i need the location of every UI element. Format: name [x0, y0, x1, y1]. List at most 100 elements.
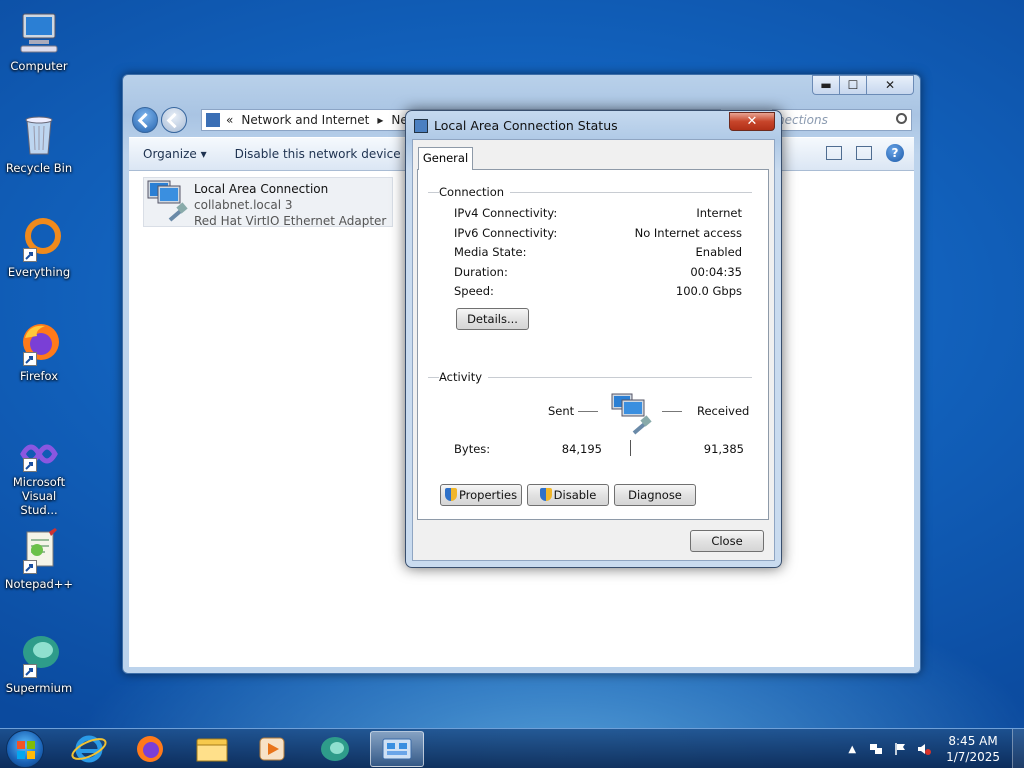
desktop-icon-label: Firefox [19, 369, 59, 383]
uac-shield-icon [539, 488, 552, 501]
back-button[interactable] [132, 107, 158, 133]
desktop-icon-firefox[interactable]: Firefox [4, 318, 74, 383]
sent-line [578, 411, 598, 412]
desktop-icon-label: Microsoft Visual Stud... [12, 475, 66, 517]
desktop-icon-label: Recycle Bin [5, 161, 73, 175]
bytes-sent-value: 84,195 [561, 442, 602, 456]
show-hidden-icons-icon[interactable]: ▲ [848, 744, 856, 755]
show-desktop-button[interactable] [1012, 729, 1024, 768]
forward-button[interactable] [161, 107, 187, 133]
desktop-icon-label: Supermium [5, 681, 73, 695]
bytes-received-value: 91,385 [703, 442, 744, 456]
row-ipv6: IPv6 Connectivity: No Internet access [454, 226, 742, 240]
dialog-close-icon[interactable]: ✕ [729, 112, 775, 131]
control-panel-icon [206, 113, 220, 127]
computer-icon [15, 8, 63, 56]
taskbar-firefox[interactable] [123, 731, 177, 767]
sent-label: Sent [548, 404, 575, 418]
general-panel: Connection IPv4 Connectivity: Internet IP… [417, 169, 769, 520]
bytes-label: Bytes: [454, 442, 491, 456]
disable-device-button[interactable]: Disable this network device [221, 147, 415, 161]
dialog-body: General Connection IPv4 Connectivity: Int… [412, 139, 775, 561]
window-controls: ▬ ☐ ✕ [812, 75, 914, 95]
network-activity-icon [610, 391, 656, 437]
supermium-icon [321, 737, 349, 761]
close-button[interactable]: Close [690, 530, 764, 552]
breadcrumb-network-and-internet[interactable]: Network and Internet [241, 113, 369, 127]
start-button[interactable] [6, 730, 44, 768]
media-player-icon [259, 737, 285, 761]
network-tray-icon[interactable] [869, 742, 883, 756]
internet-explorer-icon [71, 735, 107, 763]
taskbar: ▲ 8:45 AM 1/7/2025 [0, 728, 1024, 768]
dialog-title: Local Area Connection Status [434, 118, 618, 133]
shortcut-arrow-icon [23, 664, 37, 678]
search-placeholder: nections [777, 113, 828, 127]
network-status-icon [414, 119, 428, 133]
shortcut-arrow-icon [23, 352, 37, 366]
clock-time: 8:45 AM [948, 734, 998, 748]
shortcut-arrow-icon [23, 458, 37, 472]
folder-icon [196, 738, 228, 762]
desktop-icon-label: Computer [10, 59, 68, 73]
desktop-icon-notepadpp[interactable]: Notepad++ [4, 526, 74, 591]
desktop-icon-everything[interactable]: Everything [4, 214, 74, 279]
firefox-icon [15, 318, 63, 366]
connection-adapter: Red Hat VirtIO Ethernet Adapter [194, 214, 387, 228]
action-center-flag-icon[interactable] [893, 742, 907, 756]
maximize-button[interactable]: ☐ [839, 75, 866, 95]
desktop-icon-visual-studio[interactable]: Microsoft Visual Stud... [4, 432, 74, 517]
volume-muted-icon[interactable] [917, 742, 932, 756]
taskbar-supermium[interactable] [308, 731, 362, 767]
recycle-bin-icon [15, 110, 63, 158]
breadcrumb-separator-icon: ▸ [377, 113, 384, 127]
notepadpp-icon [15, 526, 63, 574]
uac-shield-icon [444, 488, 457, 501]
minimize-button[interactable]: ▬ [812, 75, 839, 95]
change-view-icon[interactable] [826, 146, 842, 160]
list-item-local-area-connection[interactable]: Local Area Connection collabnet.local 3 … [143, 177, 393, 228]
system-tray: ▲ 8:45 AM 1/7/2025 [848, 729, 1024, 768]
desktop-icon-recycle-bin[interactable]: Recycle Bin [4, 110, 74, 175]
row-speed: Speed: 100.0 Gbps [454, 284, 742, 298]
taskbar-media-player[interactable] [245, 731, 299, 767]
taskbar-internet-explorer[interactable] [62, 731, 116, 767]
desktop-icon-label: Notepad++ [4, 577, 74, 591]
organize-button[interactable]: Organize ▾ [129, 147, 221, 161]
tab-general[interactable]: General [418, 147, 473, 170]
breadcrumb-overflow[interactable]: « [226, 113, 233, 127]
close-window-button[interactable]: ✕ [866, 75, 914, 95]
shortcut-arrow-icon [23, 248, 37, 262]
control-panel-icon [382, 738, 412, 760]
taskbar-file-explorer[interactable] [185, 731, 239, 767]
firefox-icon [137, 736, 163, 762]
row-media-state: Media State: Enabled [454, 245, 742, 259]
details-button[interactable]: Details... [456, 308, 529, 330]
network-adapter-icon [144, 178, 194, 226]
desktop-icon-label: Everything [7, 265, 71, 279]
search-icon [896, 113, 907, 124]
desktop-icon-supermium[interactable]: Supermium [4, 630, 74, 695]
shortcut-arrow-icon [23, 560, 37, 574]
windows-logo-icon [17, 741, 35, 759]
row-duration: Duration: 00:04:35 [454, 265, 742, 279]
supermium-icon [15, 630, 63, 678]
connection-status-dialog: Local Area Connection Status ✕ General C… [405, 110, 782, 568]
everything-icon [15, 214, 63, 262]
connection-network: collabnet.local 3 [194, 198, 293, 212]
properties-button[interactable]: Properties [440, 484, 522, 506]
taskbar-network-connections[interactable] [370, 731, 424, 767]
desktop-icon-computer[interactable]: Computer [4, 8, 74, 73]
bytes-separator [630, 440, 631, 456]
received-label: Received [697, 404, 750, 418]
connection-name: Local Area Connection [194, 182, 329, 196]
received-line [662, 411, 682, 412]
help-icon[interactable]: ? [886, 144, 904, 162]
visual-studio-icon [15, 432, 63, 472]
preview-pane-icon[interactable] [856, 146, 872, 160]
clock[interactable]: 8:45 AM 1/7/2025 [946, 733, 1000, 765]
row-ipv4: IPv4 Connectivity: Internet [454, 206, 742, 220]
disable-button[interactable]: Disable [527, 484, 609, 506]
search-input[interactable]: nections [772, 109, 912, 131]
diagnose-button[interactable]: Diagnose [614, 484, 696, 506]
